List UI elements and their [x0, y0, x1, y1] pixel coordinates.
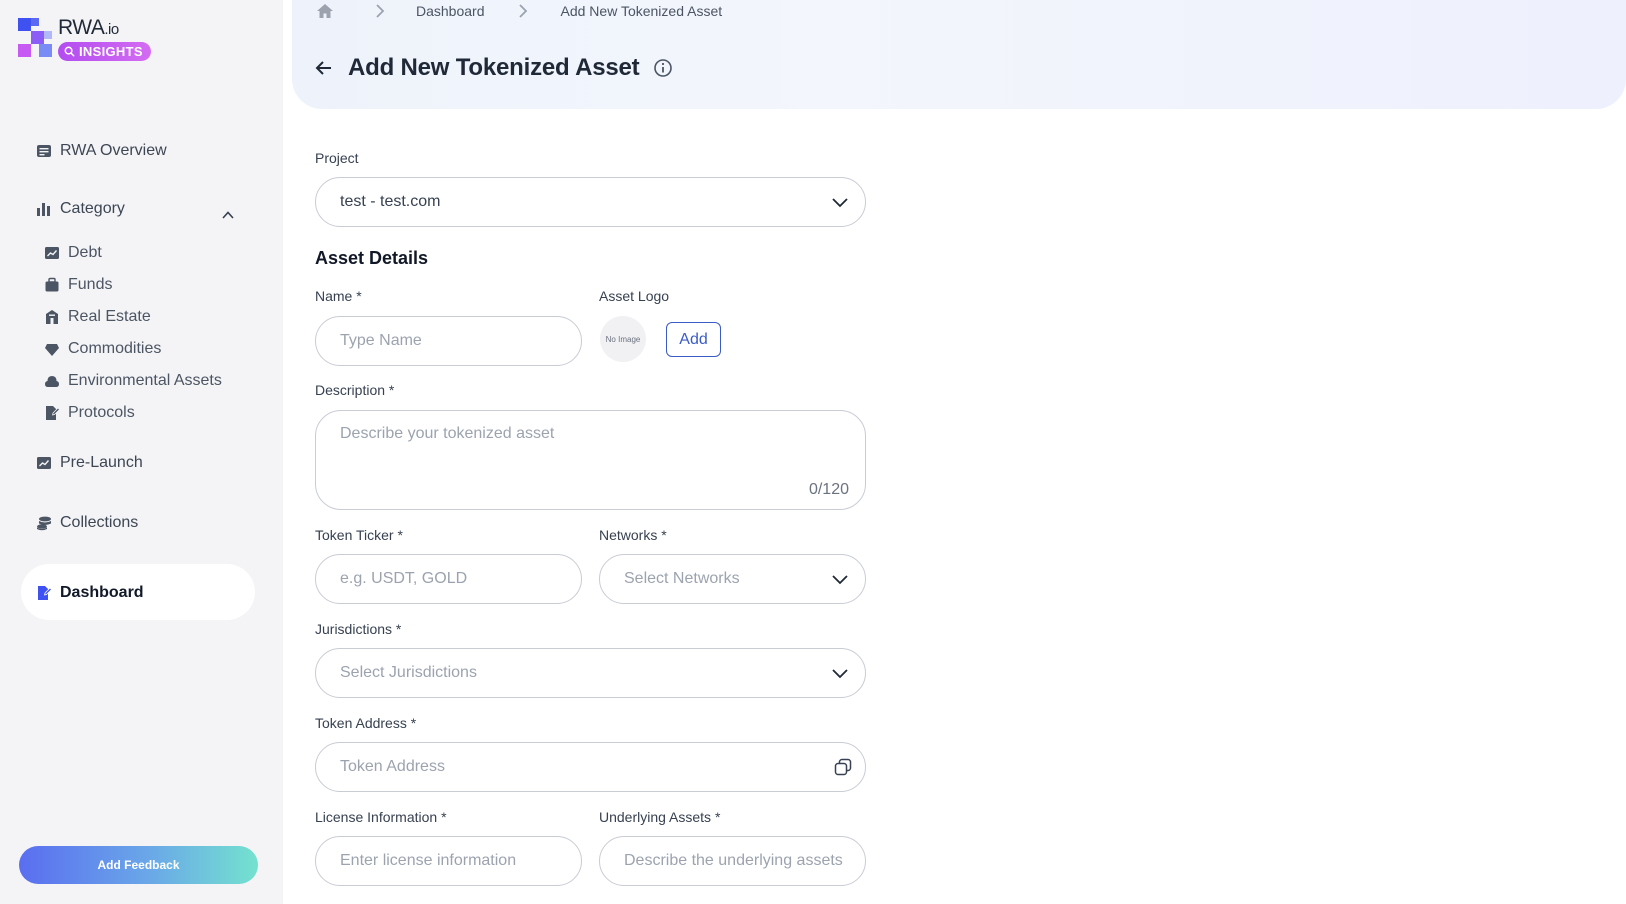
jurisdictions-label: Jurisdictions * — [315, 621, 402, 637]
copy-icon[interactable] — [833, 757, 853, 777]
token-address-placeholder: Token Address — [340, 758, 445, 775]
brand-name: RWA.io — [58, 16, 119, 39]
diamond-icon — [44, 341, 60, 357]
token-address-label: Token Address * — [315, 715, 417, 731]
underlying-assets-input[interactable]: Describe the underlying assets — [599, 836, 866, 886]
page-title: Add New Tokenized Asset — [348, 54, 640, 81]
sidebar-item-category[interactable]: Category — [36, 200, 125, 218]
brand-badge: INSIGHTS — [58, 42, 151, 61]
asset-logo-label: Asset Logo — [599, 288, 670, 304]
add-feedback-button[interactable]: Add Feedback — [19, 846, 258, 884]
name-input-placeholder: Type Name — [340, 332, 422, 349]
info-icon[interactable] — [653, 58, 673, 78]
project-select[interactable]: test - test.com — [315, 177, 866, 227]
license-input[interactable]: Enter license information — [315, 836, 582, 886]
sidebar-item-protocols[interactable]: Protocols — [44, 404, 135, 422]
description-label: Description * — [315, 382, 395, 398]
name-input[interactable]: Type Name — [315, 316, 582, 366]
sidebar-item-label: Commodities — [68, 340, 162, 357]
sidebar-item-environmental-assets[interactable]: Environmental Assets — [44, 372, 222, 390]
logo-mark-icon — [18, 18, 52, 57]
building-icon — [44, 309, 60, 325]
trend-chart-icon — [44, 245, 60, 261]
sidebar: RWA.io INSIGHTS RWA Overview Category De… — [0, 0, 283, 904]
token-ticker-placeholder: e.g. USDT, GOLD — [340, 570, 468, 587]
sidebar-item-collections[interactable]: Collections — [36, 514, 138, 532]
bar-chart-icon — [36, 201, 52, 217]
sidebar-item-label: Pre-Launch — [60, 454, 143, 471]
coins-stack-icon — [36, 515, 52, 531]
chevron-right-icon — [518, 4, 527, 18]
token-ticker-label: Token Ticker * — [315, 527, 403, 543]
back-arrow-icon[interactable] — [314, 58, 334, 78]
name-label: Name * — [315, 288, 362, 304]
sidebar-item-label: Collections — [60, 514, 139, 531]
sidebar-item-pre-launch[interactable]: Pre-Launch — [36, 454, 143, 472]
document-edit-icon — [36, 585, 52, 601]
underlying-assets-label: Underlying Assets * — [599, 809, 721, 825]
chevron-down-icon — [832, 575, 848, 585]
project-label: Project — [315, 150, 359, 166]
sidebar-item-commodities[interactable]: Commodities — [44, 340, 161, 358]
sidebar-item-funds[interactable]: Funds — [44, 276, 112, 294]
home-icon[interactable] — [316, 2, 334, 20]
briefcase-icon — [44, 277, 60, 293]
breadcrumb-dashboard[interactable]: Dashboard — [416, 3, 485, 19]
chevron-down-icon — [832, 198, 848, 208]
sidebar-item-debt[interactable]: Debt — [44, 244, 102, 262]
sidebar-item-rwa-overview[interactable]: RWA Overview — [36, 142, 167, 160]
sidebar-item-label: Funds — [68, 276, 113, 293]
sidebar-item-label: Real Estate — [68, 308, 151, 325]
token-ticker-input[interactable]: e.g. USDT, GOLD — [315, 554, 582, 604]
networks-label: Networks * — [599, 527, 667, 543]
token-address-input[interactable]: Token Address — [315, 742, 866, 792]
networks-select[interactable]: Select Networks — [599, 554, 866, 604]
networks-placeholder: Select Networks — [624, 570, 740, 587]
app-root: RWA.io INSIGHTS RWA Overview Category De… — [0, 0, 1626, 904]
chevron-right-icon — [376, 4, 385, 18]
sidebar-item-dashboard[interactable]: Dashboard — [36, 584, 144, 602]
trend-chart-icon — [36, 455, 52, 471]
document-edit-icon — [44, 405, 60, 421]
project-select-value: test - test.com — [340, 193, 441, 210]
asset-logo-preview: No Image — [600, 316, 646, 362]
sidebar-item-label: Dashboard — [60, 584, 144, 601]
chevron-up-icon[interactable] — [221, 208, 235, 222]
page-header: Add New Tokenized Asset — [314, 54, 673, 82]
sidebar-item-real-estate[interactable]: Real Estate — [44, 308, 151, 326]
description-textarea[interactable]: Describe your tokenized asset 0/120 — [315, 410, 866, 510]
license-label: License Information * — [315, 809, 447, 825]
add-logo-button[interactable]: Add — [666, 322, 721, 357]
sidebar-item-label: Debt — [68, 244, 102, 261]
cloud-icon — [44, 373, 60, 389]
chevron-down-icon — [832, 669, 848, 679]
underlying-assets-placeholder: Describe the underlying assets — [624, 852, 843, 869]
sidebar-item-label: Environmental Assets — [68, 372, 222, 389]
breadcrumb-current: Add New Tokenized Asset — [560, 3, 723, 19]
brand-logo[interactable]: RWA.io INSIGHTS — [18, 16, 168, 64]
character-counter: 0/120 — [808, 481, 849, 498]
jurisdictions-placeholder: Select Jurisdictions — [340, 664, 477, 681]
breadcrumb: Dashboard Add New Tokenized Asset — [316, 1, 722, 21]
asset-details-heading: Asset Details — [315, 248, 429, 268]
sidebar-item-label: Category — [60, 200, 125, 217]
sidebar-item-label: Protocols — [68, 404, 135, 421]
description-placeholder: Describe your tokenized asset — [340, 425, 555, 442]
sidebar-item-label: RWA Overview — [60, 142, 167, 159]
license-placeholder: Enter license information — [340, 852, 517, 869]
overview-icon — [36, 143, 52, 159]
jurisdictions-select[interactable]: Select Jurisdictions — [315, 648, 866, 698]
search-icon — [64, 46, 75, 57]
